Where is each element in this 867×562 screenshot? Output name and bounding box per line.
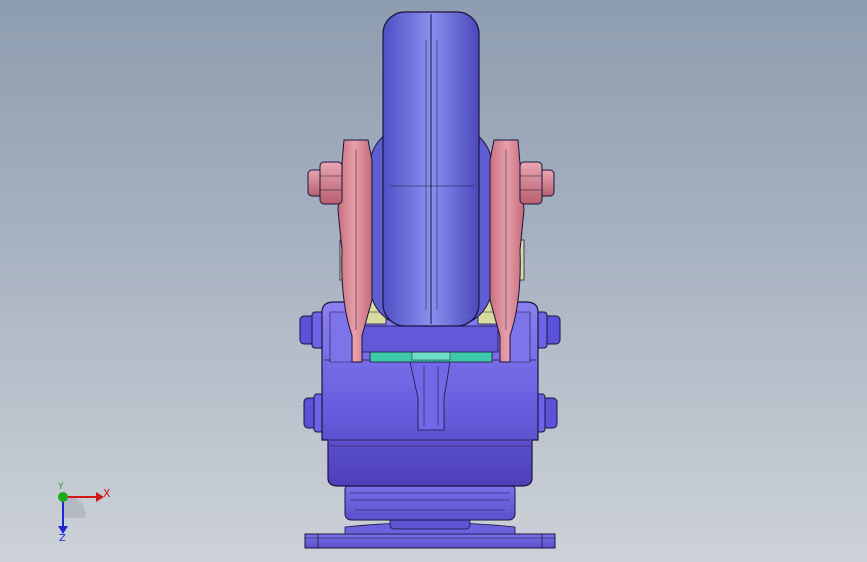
mounting-plate[interactable] bbox=[304, 533, 556, 549]
coordinate-triad bbox=[58, 492, 104, 534]
swivel-neck[interactable] bbox=[344, 483, 516, 535]
caster-wheel-model[interactable] bbox=[0, 0, 867, 562]
x-axis-label: X bbox=[103, 487, 111, 500]
wheel[interactable] bbox=[369, 11, 493, 327]
y-axis-label: Y bbox=[58, 482, 64, 492]
right-axle-nut[interactable] bbox=[519, 161, 555, 205]
seal-strip[interactable] bbox=[361, 325, 499, 363]
y-axis-origin-dot bbox=[58, 492, 68, 502]
left-axle-nut[interactable] bbox=[307, 161, 343, 205]
z-axis-label: Z bbox=[59, 533, 66, 544]
cad-viewport[interactable]: X Y Z bbox=[0, 0, 867, 562]
